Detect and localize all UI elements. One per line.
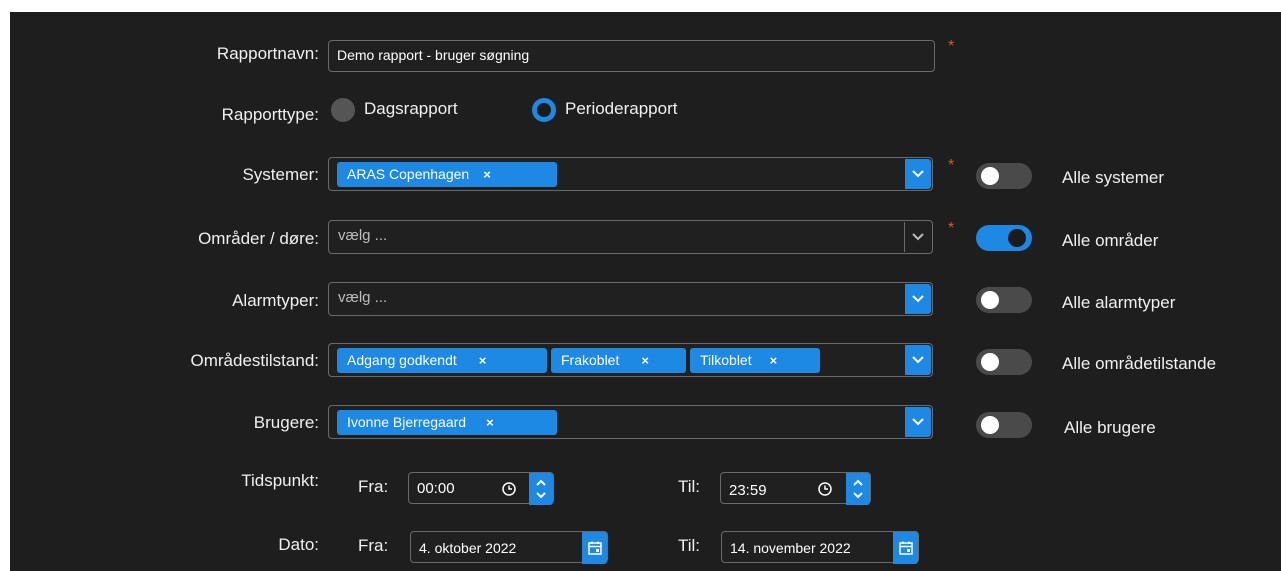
radio-dagsrapport-label: Dagsrapport <box>364 99 458 118</box>
report-name-label: Rapportnavn: <box>216 44 319 63</box>
users-select[interactable]: Ivonne Bjerregaard × <box>328 405 933 439</box>
date-label: Dato: <box>278 535 319 554</box>
radio-dagsrapport[interactable] <box>331 98 355 122</box>
radio-perioderapport[interactable] <box>532 98 556 122</box>
toggle-all-alarm-types[interactable] <box>976 287 1032 313</box>
date-from-label: Fra: <box>358 536 389 555</box>
alarm-types-select[interactable]: vælg ... <box>328 282 933 316</box>
required-marker: * <box>948 157 955 174</box>
toggle-all-areas-label: Alle områder <box>1062 231 1159 250</box>
clock-icon <box>501 481 517 502</box>
areas-select[interactable]: vælg ... <box>328 220 933 254</box>
chevron-down-icon[interactable] <box>905 407 931 437</box>
chevron-down-icon[interactable] <box>905 345 931 375</box>
date-to-value: 14. november 2022 <box>730 540 851 556</box>
systems-label: Systemer: <box>242 165 319 184</box>
calendar-icon[interactable] <box>893 532 918 564</box>
area-state-chip[interactable]: Tilkoblet × <box>690 348 820 373</box>
area-state-chip[interactable]: Adgang godkendt × <box>337 348 547 373</box>
chip-remove-icon[interactable]: × <box>483 167 491 182</box>
clock-icon <box>817 481 833 502</box>
date-to-label: Til: <box>678 536 701 555</box>
report-name-input[interactable]: Demo rapport - bruger søgning <box>328 40 935 72</box>
report-type-label: Rapporttype: <box>221 105 319 124</box>
required-marker: * <box>948 38 955 55</box>
area-state-chip[interactable]: Frakoblet × <box>551 348 686 373</box>
toggle-all-users-label: Alle brugere <box>1064 418 1156 437</box>
calendar-icon[interactable] <box>582 532 607 564</box>
date-to-input[interactable]: 14. november 2022 <box>721 531 919 564</box>
chip-remove-icon[interactable]: × <box>486 415 494 430</box>
time-from-spinner[interactable] <box>529 473 553 505</box>
toggle-all-systems[interactable] <box>976 163 1032 189</box>
time-to-label: Til: <box>678 477 701 496</box>
toggle-all-area-states[interactable] <box>976 349 1032 375</box>
toggle-all-areas[interactable] <box>976 225 1032 251</box>
date-from-input[interactable]: 4. oktober 2022 <box>410 531 608 564</box>
areas-placeholder: vælg ... <box>338 227 388 244</box>
systems-select[interactable]: ARAS Copenhagen × <box>328 157 933 191</box>
chip-remove-icon[interactable]: × <box>770 353 778 368</box>
systems-chip[interactable]: ARAS Copenhagen × <box>337 162 557 187</box>
area-state-label: Områdestilstand: <box>190 351 320 370</box>
time-to-spinner[interactable] <box>846 473 870 505</box>
time-to-input[interactable]: 23:59 <box>720 472 871 505</box>
time-to-value: 23:59 <box>729 482 767 499</box>
toggle-all-alarm-types-label: Alle alarmtyper <box>1062 293 1176 312</box>
report-form-panel: Rapportnavn: Demo rapport - bruger søgni… <box>10 12 1281 571</box>
toggle-all-systems-label: Alle systemer <box>1062 168 1165 187</box>
alarm-types-placeholder: vælg ... <box>338 289 388 306</box>
chevron-down-icon[interactable] <box>905 159 931 189</box>
radio-perioderapport-label: Perioderapport <box>565 99 678 118</box>
date-from-value: 4. oktober 2022 <box>419 540 517 556</box>
time-from-label: Fra: <box>358 477 389 496</box>
toggle-all-area-states-label: Alle områdetilstande <box>1062 354 1217 373</box>
time-from-input[interactable]: 00:00 <box>408 472 554 505</box>
chip-remove-icon[interactable]: × <box>479 353 487 368</box>
users-label: Brugere: <box>253 413 319 432</box>
toggle-all-users[interactable] <box>976 412 1032 438</box>
users-chip[interactable]: Ivonne Bjerregaard × <box>337 410 557 435</box>
chevron-down-icon[interactable] <box>905 284 931 314</box>
time-from-value: 00:00 <box>417 480 455 497</box>
alarm-types-label: Alarmtyper: <box>232 291 319 310</box>
chevron-down-icon[interactable] <box>904 222 931 252</box>
area-state-select[interactable]: Adgang godkendt × Frakoblet × Tilkoblet × <box>328 343 933 377</box>
time-label: Tidspunkt: <box>241 471 319 490</box>
chip-remove-icon[interactable]: × <box>641 353 649 368</box>
report-name-value: Demo rapport - bruger søgning <box>337 47 530 63</box>
required-marker: * <box>948 220 955 237</box>
areas-label: Områder / døre: <box>198 229 319 248</box>
